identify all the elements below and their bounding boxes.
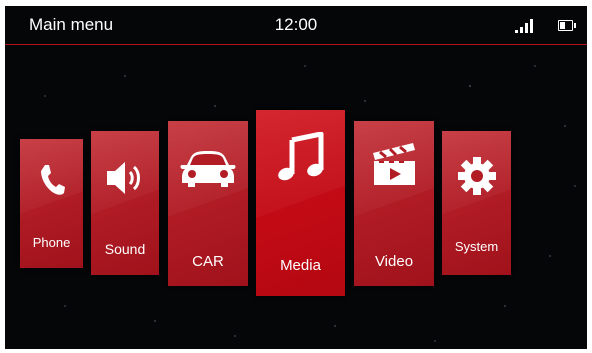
clock: 12:00 <box>274 15 318 34</box>
tile-label: Media <box>280 257 321 274</box>
signal-strength-icon <box>515 19 537 33</box>
tile-car[interactable]: CAR <box>168 121 248 286</box>
tile-video[interactable]: Video <box>354 121 434 286</box>
tile-sound[interactable]: Sound <box>91 131 159 275</box>
infotainment-screen: Main menu 12:00 Phone Sound CAR Media Vi… <box>5 6 587 349</box>
tile-label: Video <box>374 253 414 270</box>
music-note-icon <box>277 132 325 182</box>
car-icon <box>179 149 237 189</box>
tile-label: Phone <box>32 235 71 250</box>
battery-icon <box>558 20 576 31</box>
tile-label: CAR <box>192 253 224 270</box>
tile-phone[interactable]: Phone <box>20 139 83 268</box>
tile-media[interactable]: Media <box>256 110 345 296</box>
tile-label: System <box>454 239 499 254</box>
tile-system[interactable]: System <box>442 131 511 275</box>
gear-icon <box>457 156 497 196</box>
tile-label: Sound <box>104 241 146 257</box>
status-bar: Main menu 12:00 <box>5 6 587 45</box>
clapperboard-icon <box>371 141 417 187</box>
phone-icon <box>39 164 65 196</box>
speaker-icon <box>105 159 145 197</box>
